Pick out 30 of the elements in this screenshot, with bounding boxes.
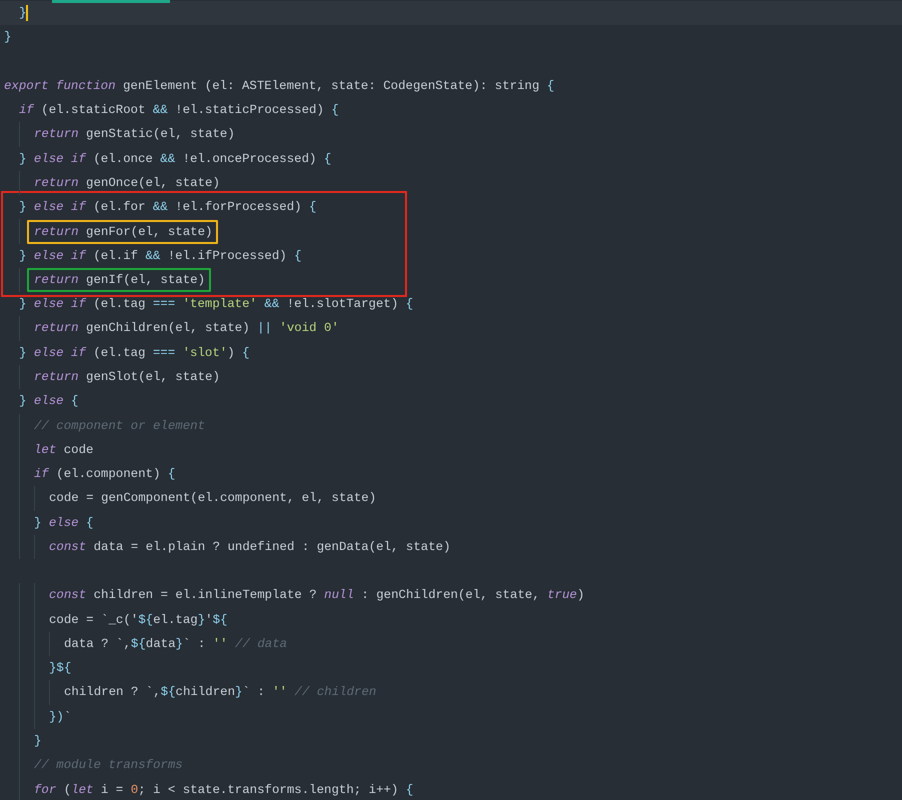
- code-line: const data = el.plain ? undefined : genData(el, state): [49, 538, 451, 556]
- code-line: export function genElement (el: ASTElement, state: CodegenState): string {: [4, 78, 554, 95]
- code-line: }${: [49, 660, 72, 678]
- code-line: } else if (el.tag === 'template' && !el.slotTarget) {: [19, 296, 414, 314]
- code-line: } else {: [19, 393, 78, 410]
- code-line: }: [19, 5, 26, 22]
- code-line: } else if (el.for && !el.forProcessed) {: [19, 199, 316, 216]
- code-line: let code: [34, 442, 94, 459]
- code-line: for (let i = 0; i < state.transforms.length; i++) {: [34, 782, 414, 798]
- code-line: } else if (el.if && !el.ifProcessed) {: [19, 248, 302, 265]
- code-line: return genStatic(el, state): [34, 126, 235, 144]
- code-line: } else {: [34, 514, 94, 532]
- code-line: children ? `,${children}` : '' // children: [64, 684, 376, 702]
- code-line: // module transforms: [34, 757, 183, 774]
- code-line: data ? `,${data}` : '' // data: [64, 636, 288, 653]
- code-line: code = genComponent(el.component, el, state): [49, 490, 376, 508]
- text-cursor: [26, 5, 28, 22]
- code-line: if (el.component) {: [34, 466, 176, 484]
- code-line: return genSlot(el, state): [34, 368, 220, 386]
- code-line: code = `_c('${el.tag}'${: [49, 612, 228, 629]
- code-line: return genOnce(el, state): [34, 174, 220, 192]
- code-line: }: [34, 732, 42, 750]
- code-line: const children = el.inlineTemplate ? null : genChildren(el, state, true): [49, 587, 584, 604]
- code-line: })`: [49, 708, 72, 726]
- code-line: } else if (el.once && !el.onceProcessed) {: [19, 150, 332, 168]
- code-line: if (el.staticRoot && !el.staticProcessed) {: [19, 102, 339, 120]
- code-line: }: [4, 29, 12, 46]
- code-line: // component or element: [34, 418, 206, 435]
- code-line: return genChildren(el, state) || 'void 0': [34, 320, 339, 338]
- code-line: } else if (el.tag === 'slot') {: [19, 344, 250, 362]
